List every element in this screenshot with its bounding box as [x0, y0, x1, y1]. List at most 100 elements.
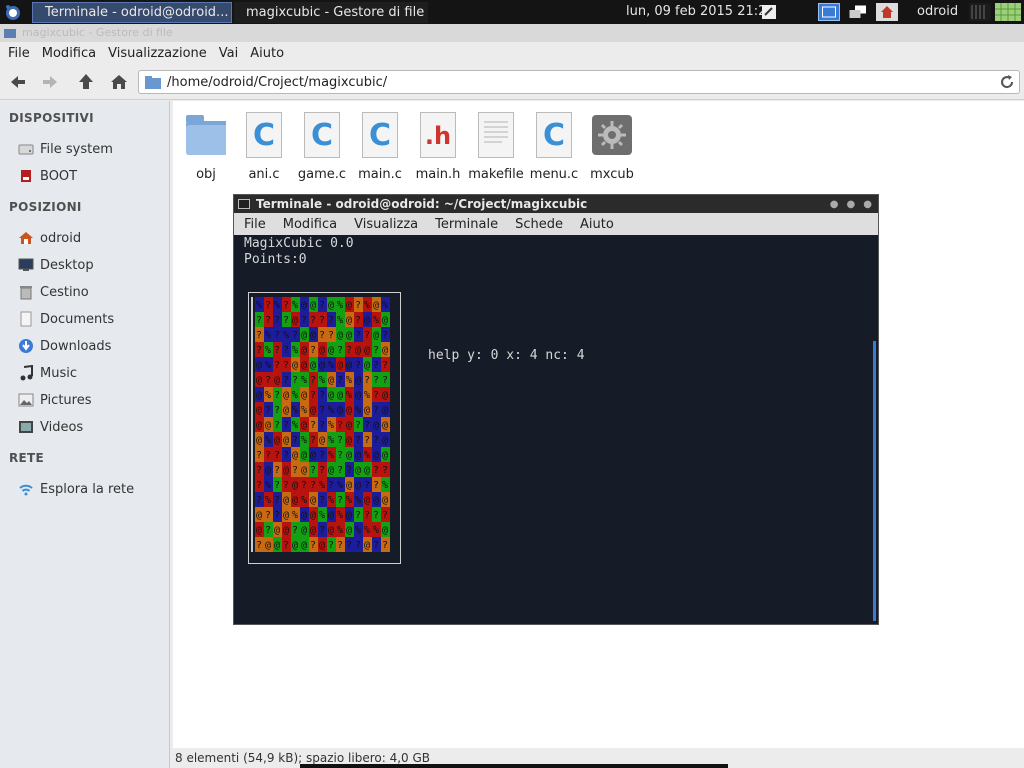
sidebar-item-trash[interactable]: Cestino	[18, 281, 89, 303]
svg-text:@: @	[256, 405, 262, 416]
menu-file[interactable]: File	[244, 217, 266, 232]
taskbar-item-terminal[interactable]: Terminale - odroid@odroid...	[32, 2, 232, 23]
menu-edit[interactable]: Modifica	[283, 217, 337, 232]
file-item[interactable]: mxcub	[582, 111, 642, 182]
svg-text:@: @	[319, 540, 325, 551]
sidebar-item-pictures[interactable]: Pictures	[18, 389, 91, 411]
user-name[interactable]: odroid	[917, 0, 958, 24]
sidebar-heading-network: RETE	[9, 451, 45, 465]
sidebar-item-odroid[interactable]: odroid	[18, 227, 81, 249]
svg-text:?: ?	[256, 330, 262, 341]
up-button[interactable]	[74, 70, 98, 94]
menu-help[interactable]: Aiuto	[580, 217, 614, 232]
svg-text:@: @	[301, 360, 307, 371]
menu-terminal[interactable]: Terminale	[435, 217, 498, 232]
menu-go[interactable]: Vai	[219, 46, 238, 61]
svg-text:@: @	[337, 390, 343, 401]
sidebar-item-music[interactable]: Music	[18, 362, 77, 384]
applications-menu-button[interactable]	[2, 2, 24, 22]
svg-text:%: %	[355, 495, 361, 506]
sidebar-item-label: Desktop	[40, 257, 94, 273]
terminal-icon	[238, 199, 250, 209]
menu-view[interactable]: Visualizzazione	[108, 46, 207, 61]
location-path: /home/odroid/Croject/magixcubic/	[167, 74, 388, 90]
workspace-1-button[interactable]	[818, 3, 840, 21]
reload-icon[interactable]	[999, 74, 1015, 90]
home-button[interactable]	[107, 70, 131, 94]
svg-text:?: ?	[382, 330, 388, 341]
svg-text:@: @	[310, 495, 316, 506]
file-item[interactable]: makefile	[466, 111, 526, 182]
taskbar-item-filemanager[interactable]: magixcubic - Gestore di file	[234, 2, 428, 23]
svg-text:@: @	[265, 420, 271, 431]
file-item[interactable]: obj	[176, 111, 236, 182]
sidebar-item-file-system[interactable]: File system	[18, 138, 113, 160]
menu-file[interactable]: File	[8, 46, 30, 61]
terminal-window: Terminale - odroid@odroid: ~/Croject/mag…	[233, 194, 879, 625]
minimize-button[interactable]: ●	[830, 199, 839, 210]
terminal-menubar: File Modifica Visualizza Terminale Sched…	[234, 213, 878, 235]
svg-text:.h: .h	[425, 122, 451, 150]
scrollbar[interactable]	[873, 341, 876, 621]
sidebar-item-label: Videos	[40, 419, 84, 435]
svg-text:@: @	[283, 525, 289, 536]
svg-text:?: ?	[310, 435, 316, 446]
sidebar-item-videos[interactable]: Videos	[18, 416, 83, 438]
svg-text:%: %	[265, 480, 271, 491]
back-button[interactable]	[6, 70, 30, 94]
network-icon	[18, 481, 34, 497]
terminal-line: Points:0	[244, 252, 307, 267]
terminal-output[interactable]: MagixCubic 0.0 Points:0 %?%?% @ @? @% @?% @%?…	[234, 235, 878, 624]
svg-text:?: ?	[256, 465, 262, 476]
svg-text:%: %	[355, 405, 361, 416]
svg-text:?: ?	[364, 480, 370, 491]
svg-text:@: @	[355, 465, 361, 476]
svg-text:?: ?	[292, 465, 298, 476]
svg-text:?: ?	[301, 480, 307, 491]
svg-text:%: %	[292, 420, 298, 431]
menu-view[interactable]: Visualizza	[354, 217, 418, 232]
sidebar-item-documents[interactable]: Documents	[18, 308, 114, 330]
terminal-titlebar[interactable]: Terminale - odroid@odroid: ~/Croject/mag…	[234, 195, 878, 213]
sidebar-item-label: Cestino	[40, 284, 89, 300]
file-item[interactable]: C menu.c	[524, 111, 584, 182]
svg-text:@: @	[328, 390, 334, 401]
svg-text:@: @	[346, 510, 352, 521]
svg-text:%: %	[346, 375, 352, 386]
location-bar[interactable]: /home/odroid/Croject/magixcubic/	[138, 70, 1020, 94]
forward-button[interactable]	[38, 70, 62, 94]
svg-text:@: @	[301, 540, 307, 551]
svg-text:?: ?	[346, 540, 352, 551]
svg-text:@: @	[301, 465, 307, 476]
file-item[interactable]: C ani.c	[234, 111, 294, 182]
close-button[interactable]: ●	[863, 199, 872, 210]
sidebar-item-downloads[interactable]: Downloads	[18, 335, 111, 357]
svg-text:@: @	[382, 390, 388, 401]
svg-text:@: @	[310, 450, 316, 461]
menu-tabs[interactable]: Schede	[515, 217, 563, 232]
file-item[interactable]: .h main.h	[408, 111, 468, 182]
notes-icon[interactable]	[758, 3, 780, 21]
svg-text:?: ?	[319, 450, 325, 461]
window-titlebar[interactable]: magixcubic - Gestore di file	[0, 24, 1024, 42]
svg-text:%: %	[256, 300, 262, 311]
svg-text:@: @	[382, 420, 388, 431]
svg-text:%: %	[337, 510, 343, 521]
svg-text:@: @	[382, 450, 388, 461]
svg-text:?: ?	[256, 540, 262, 551]
file-item[interactable]: C main.c	[350, 111, 410, 182]
drive-icon	[18, 141, 34, 157]
file-item[interactable]: C game.c	[292, 111, 352, 182]
home-workspace-button[interactable]	[876, 3, 898, 21]
sidebar-item-desktop[interactable]: Desktop	[18, 254, 94, 276]
maximize-button[interactable]: ●	[847, 199, 856, 210]
workspace-2-button[interactable]	[847, 3, 869, 21]
up-arrow-icon	[79, 74, 93, 89]
sidebar-item-boot[interactable]: BOOT	[18, 165, 77, 187]
menu-edit[interactable]: Modifica	[42, 46, 96, 61]
svg-text:@: @	[382, 405, 388, 416]
menu-help[interactable]: Aiuto	[250, 46, 284, 61]
sidebar-item-browse-network[interactable]: Esplora la rete	[18, 478, 134, 500]
svg-text:%: %	[265, 330, 271, 341]
clock[interactable]: lun, 09 feb 2015 21:24	[626, 0, 775, 24]
